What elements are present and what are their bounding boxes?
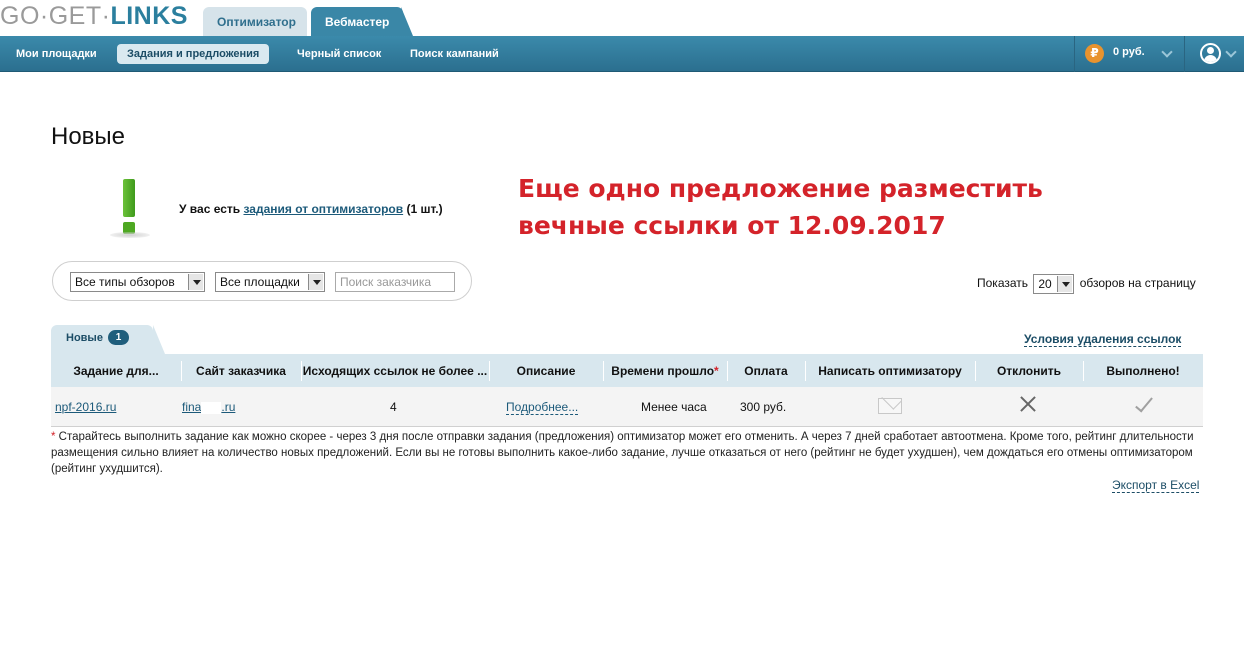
customer-site-prefix: fina: [182, 400, 202, 414]
nav-item-my-sites[interactable]: Мои площадки: [6, 44, 107, 64]
sites-value: Все площадки: [220, 275, 300, 289]
table-header: Задание для... Сайт заказчика Исходящих …: [51, 354, 1203, 387]
tasks-notice: У вас есть задания от оптимизаторов (1 ш…: [179, 202, 443, 216]
top-bar: GO·GET·LINKS Оптимизатор Вебмастер: [0, 0, 1244, 36]
chevron-down-icon: [1161, 46, 1173, 58]
col-payment[interactable]: Оплата: [727, 354, 805, 387]
tab-webmaster[interactable]: Вебмастер: [311, 7, 413, 36]
col-done: Выполнено!: [1106, 363, 1180, 378]
annotation-overlay: Еще одно предложение разместить вечные с…: [518, 170, 1043, 244]
envelope-icon[interactable]: [878, 398, 902, 414]
ruble-coin-icon: ₽: [1085, 44, 1104, 63]
tab-new-tasks[interactable]: Новые 1: [51, 325, 165, 354]
col-customer-site[interactable]: Сайт заказчика: [181, 354, 301, 387]
notice-prefix: У вас есть: [179, 202, 244, 216]
logo-text-go-get: GO·GET·: [0, 2, 111, 30]
per-page-control: Показать 20 обзоров на страницу: [977, 274, 1196, 294]
cell-description: Подробнее...: [506, 387, 579, 427]
nav-item-search-campaigns[interactable]: Поиск кампаний: [400, 44, 509, 64]
customer-site-suffix: .ru: [221, 400, 236, 414]
role-tabs: Оптимизатор Вебмастер: [203, 7, 413, 36]
count-badge: 1: [108, 330, 129, 345]
decline-x-icon[interactable]: [1019, 395, 1037, 413]
dropdown-arrow-icon: [1057, 276, 1073, 292]
page-title: Новые: [51, 123, 126, 150]
tab-optimizer[interactable]: Оптимизатор: [203, 7, 307, 36]
footnote: * Старайтесь выполнить задание как можно…: [51, 429, 1203, 477]
balance-amount: 0 руб.: [1113, 46, 1145, 58]
cell-payment: 300 руб.: [740, 400, 787, 414]
exclamation-icon: [108, 177, 152, 239]
col-max-links[interactable]: Исходящих ссылок не более ...: [301, 354, 489, 387]
sites-select[interactable]: Все площадки: [215, 272, 325, 292]
dropdown-arrow-icon: [188, 274, 203, 290]
redaction-mask: [201, 401, 222, 414]
customer-search-input[interactable]: Поиск заказчика: [335, 272, 455, 292]
task-site-link[interactable]: npf-2016.ru: [55, 400, 116, 414]
cell-customer-site: fina .ru: [182, 387, 235, 427]
details-link[interactable]: Подробнее...: [506, 400, 579, 415]
checkmark-icon[interactable]: [1133, 396, 1153, 414]
annotation-line-2: вечные ссылки от 12.09.2017: [518, 211, 946, 240]
main-nav: Мои площадки Задания и предложения Черны…: [0, 36, 1244, 72]
col-time-passed[interactable]: Времени прошло*: [603, 354, 727, 387]
customer-site-link[interactable]: fina .ru: [182, 400, 235, 414]
logo[interactable]: GO·GET·LINKS: [0, 2, 188, 31]
annotation-line-1: Еще одно предложение разместить: [518, 174, 1043, 203]
col-time-passed-label: Времени прошло: [611, 363, 715, 378]
col-description[interactable]: Описание: [489, 354, 603, 387]
tasks-from-optimizers-link[interactable]: задания от оптимизаторов: [243, 202, 403, 216]
nav-item-tasks-offers[interactable]: Задания и предложения: [117, 44, 270, 64]
chevron-down-icon: [1225, 46, 1237, 58]
export-excel-link[interactable]: Экспорт в Excel: [1112, 478, 1200, 493]
notice-suffix: (1 шт.): [403, 202, 443, 216]
per-page-select[interactable]: 20: [1033, 274, 1075, 294]
col-decline: Отклонить: [996, 363, 1062, 378]
cell-time-passed: Менее часа: [641, 400, 707, 414]
balance-dropdown[interactable]: ₽ 0 руб.: [1074, 36, 1184, 72]
required-star: *: [714, 363, 719, 378]
user-menu[interactable]: [1184, 36, 1244, 72]
dropdown-arrow-icon: [308, 274, 323, 290]
tab-new-label: Новые: [66, 332, 103, 344]
nav-item-blacklist[interactable]: Черный список: [287, 44, 391, 64]
per-page-value: 20: [1038, 277, 1052, 291]
col-task-for[interactable]: Задание для...: [51, 354, 181, 387]
cell-max-links: 4: [390, 400, 397, 414]
review-type-value: Все типы обзоров: [75, 275, 175, 289]
col-write-optimizer: Написать оптимизатору: [818, 363, 962, 378]
review-type-select[interactable]: Все типы обзоров: [70, 272, 205, 292]
footnote-text: Старайтесь выполнить задание как можно с…: [51, 431, 1194, 475]
user-icon: [1200, 43, 1221, 64]
per-page-prefix: Показать: [977, 276, 1029, 291]
cell-task-for: npf-2016.ru: [55, 387, 116, 427]
table-row: npf-2016.ru fina .ru 4 Подробнее... Менее…: [51, 387, 1203, 427]
filter-panel: Все типы обзоров Все площадки Поиск зака…: [52, 261, 472, 301]
link-removal-terms-link[interactable]: Условия удаления ссылок: [1024, 332, 1182, 347]
logo-text-links: LINKS: [110, 2, 188, 30]
per-page-suffix: обзоров на страницу: [1079, 276, 1196, 291]
